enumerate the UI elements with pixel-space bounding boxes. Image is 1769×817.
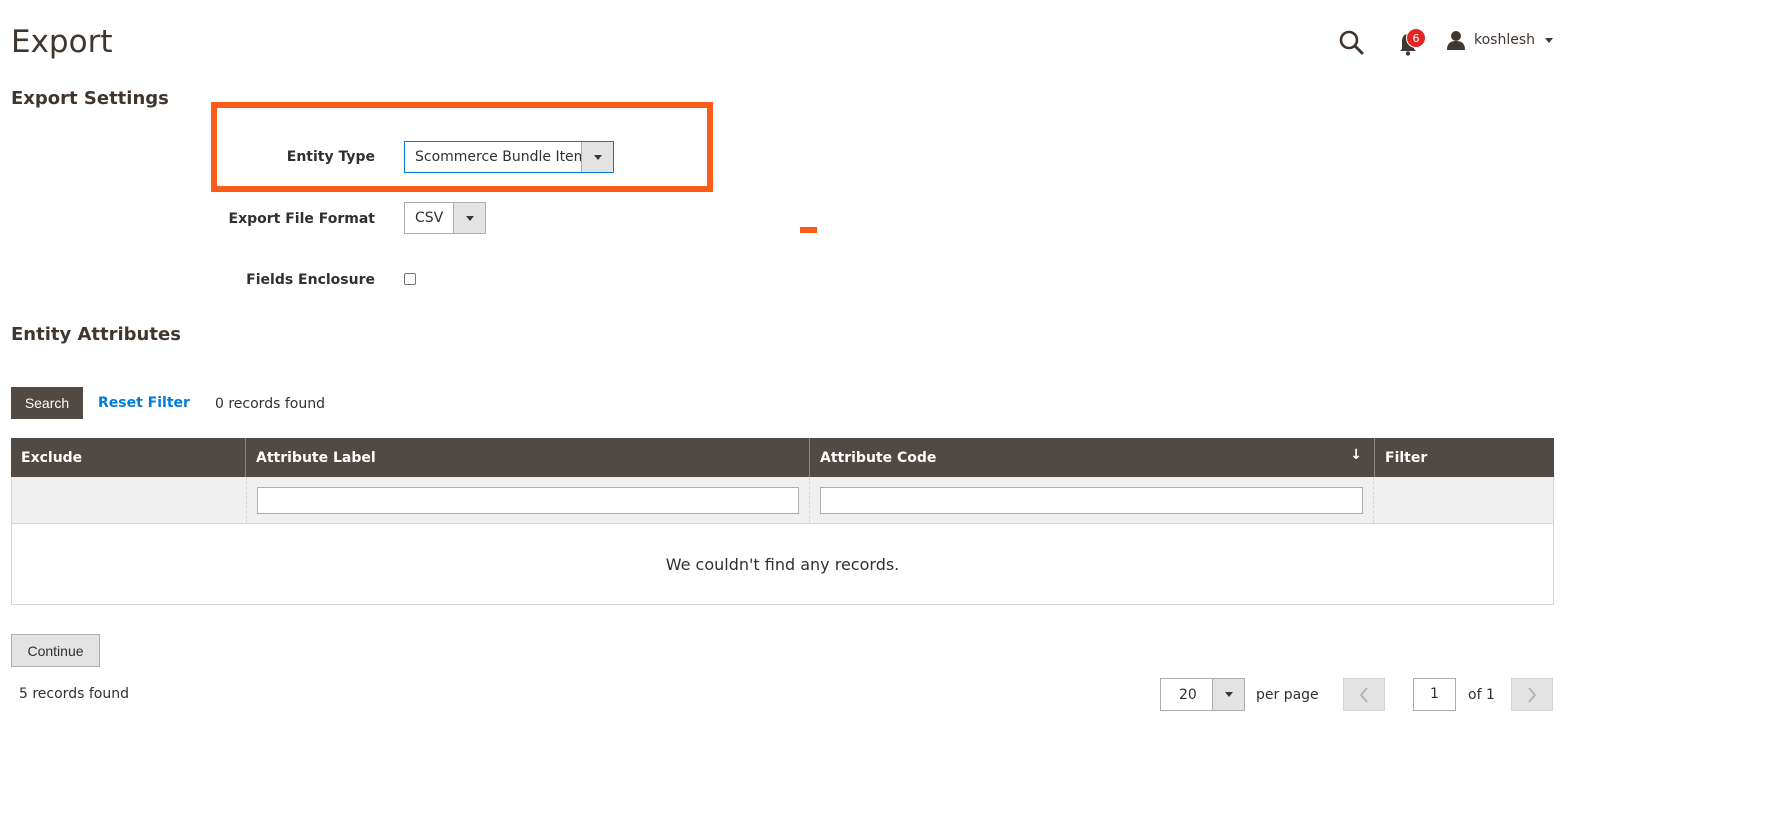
attribute-label-filter-input[interactable] (256, 486, 799, 514)
attributes-grid: Exclude Attribute Label Attribute Code ↓… (11, 438, 1554, 605)
filter-exclude-cell (12, 477, 247, 523)
column-attribute-label[interactable]: Attribute Label (246, 438, 810, 477)
fields-enclosure-label: Fields Enclosure (246, 272, 375, 288)
page-title: Export (11, 24, 113, 60)
entity-type-select[interactable]: Scommerce Bundle Items (404, 141, 614, 173)
user-icon (1447, 31, 1465, 50)
chevron-right-icon (1528, 686, 1537, 703)
entity-attributes-title: Entity Attributes (11, 324, 181, 345)
per-page-value: 20 (1179, 686, 1197, 703)
user-name: koshlesh (1474, 32, 1536, 48)
export-file-format-select[interactable]: CSV (404, 202, 486, 234)
per-page-select[interactable]: 20 (1160, 678, 1245, 711)
chevron-down-icon (453, 203, 485, 233)
chevron-down-icon (1545, 37, 1554, 43)
user-menu[interactable]: koshlesh (1446, 28, 1554, 52)
filter-attribute-code-cell (810, 477, 1375, 523)
column-filter[interactable]: Filter (1375, 438, 1554, 477)
chevron-down-icon (1212, 679, 1244, 710)
search-icon[interactable] (1338, 29, 1364, 55)
export-file-format-label: Export File Format (228, 211, 375, 227)
empty-records-message: We couldn't find any records. (11, 524, 1554, 605)
continue-button[interactable]: Continue (11, 634, 100, 667)
grid-filter-row (11, 477, 1554, 524)
reset-filter-link[interactable]: Reset Filter (98, 395, 190, 411)
fields-enclosure-checkbox[interactable] (404, 273, 416, 285)
per-page-label: per page (1256, 687, 1319, 703)
records-found-count: 0 records found (215, 396, 325, 412)
filter-attribute-label-cell (247, 477, 810, 523)
previous-page-button[interactable] (1343, 678, 1385, 711)
column-attribute-code-label: Attribute Code (820, 449, 937, 466)
attribute-code-filter-input[interactable] (819, 486, 1364, 514)
grid-header: Exclude Attribute Label Attribute Code ↓… (11, 438, 1554, 477)
chevron-down-icon (581, 142, 613, 172)
filter-filter-cell (1374, 477, 1553, 523)
entity-type-label: Entity Type (286, 149, 375, 165)
search-button[interactable]: Search (11, 387, 83, 419)
export-file-format-value: CSV (415, 210, 444, 226)
next-page-button[interactable] (1511, 678, 1553, 711)
sort-arrow-down-icon: ↓ (1350, 447, 1362, 463)
column-attribute-code[interactable]: Attribute Code ↓ (810, 438, 1375, 477)
annotation-dash (800, 227, 817, 233)
records-found-bottom: 5 records found (19, 686, 129, 702)
chevron-left-icon (1359, 686, 1368, 703)
total-pages: of 1 (1468, 687, 1495, 703)
current-page-input[interactable]: 1 (1413, 678, 1456, 711)
export-settings-title: Export Settings (11, 88, 169, 109)
entity-type-value: Scommerce Bundle Items (415, 149, 581, 165)
notifications-badge[interactable]: 6 (1406, 28, 1426, 48)
column-exclude[interactable]: Exclude (11, 438, 246, 477)
